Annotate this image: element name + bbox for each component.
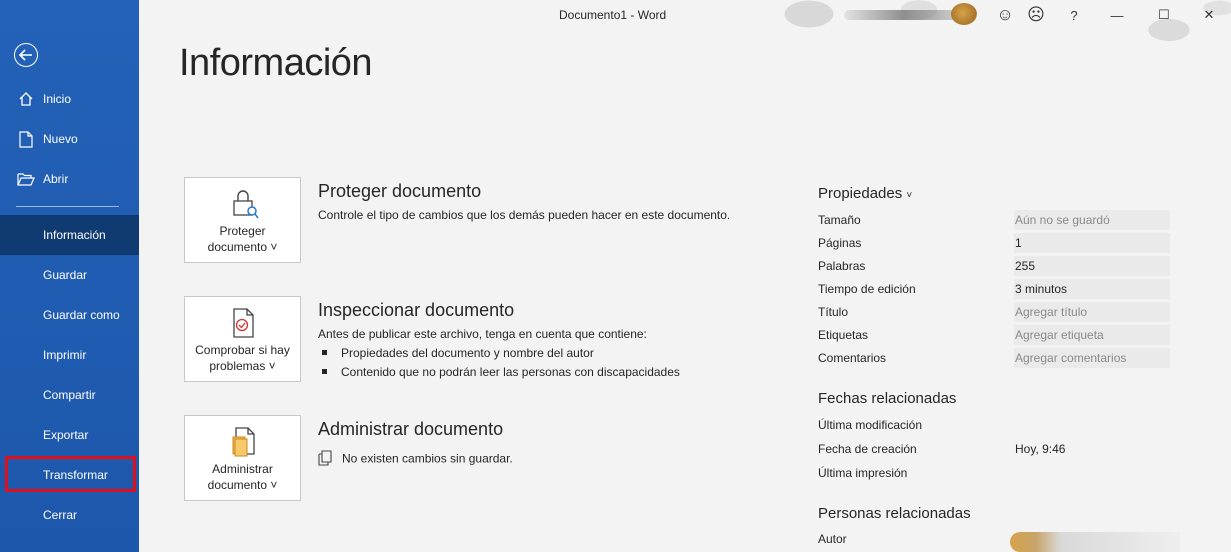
inspect-heading: Inspeccionar documento [318, 300, 515, 320]
nav-compartir-label: Compartir [43, 388, 96, 402]
related-people-heading: Personas relacionadas [818, 505, 971, 522]
property-key: Palabras [818, 259, 866, 273]
date-value: Hoy, 9:46 [1015, 442, 1066, 456]
nav-compartir[interactable]: Compartir [0, 375, 139, 415]
property-value: 255 [1014, 256, 1170, 276]
manage-document-icon [231, 426, 257, 458]
property-row-size: Tamaño Aún no se guardó [818, 210, 1170, 230]
manage-status: No existen cambios sin guardar. [318, 450, 513, 469]
related-dates-heading: Fechas relacionadas [818, 390, 957, 407]
folder-open-icon [17, 170, 35, 188]
property-value: Aún no se guardó [1014, 210, 1170, 230]
tags-input[interactable]: Agregar etiqueta [1014, 325, 1170, 345]
lock-icon [231, 188, 259, 220]
date-key: Última impresión [818, 466, 908, 480]
inspect-description: Antes de publicar este archivo, tenga en… [318, 327, 647, 341]
nav-cerrar[interactable]: Cerrar [0, 495, 139, 535]
property-key: Comentarios [818, 351, 887, 365]
minimize-button[interactable]: — [1106, 4, 1128, 26]
date-key: Fecha de creación [818, 442, 917, 456]
maximize-button[interactable]: ☐ [1153, 4, 1175, 26]
date-row-created: Fecha de creación Hoy, 9:46 [818, 439, 1170, 459]
nav-informacion[interactable]: Información [0, 215, 139, 255]
protect-document-label: Proteger documento ˅ [207, 224, 278, 254]
document-check-icon [231, 307, 257, 339]
comments-input[interactable]: Agregar comentarios [1014, 348, 1170, 368]
check-issues-label: Comprobar si hay problemas ˅ [195, 343, 290, 373]
nav-guardar-label: Guardar [43, 268, 88, 282]
date-value [1014, 463, 1170, 483]
nav-exportar[interactable]: Exportar [0, 415, 139, 455]
manage-document-label: Administrar documento ˅ [207, 462, 278, 492]
property-row-words: Palabras 255 [818, 256, 1170, 276]
nav-abrir[interactable]: Abrir [0, 159, 139, 199]
nav-inicio[interactable]: Inicio [0, 79, 139, 119]
home-icon [17, 90, 35, 108]
manage-heading: Administrar documento [318, 419, 504, 439]
property-key: Páginas [818, 236, 862, 250]
nav-informacion-label: Información [43, 228, 106, 242]
nav-cerrar-label: Cerrar [43, 508, 78, 522]
person-key: Autor [818, 532, 847, 546]
property-row-edit-time: Tiempo de edición 3 minutos [818, 279, 1170, 299]
date-row-modified: Última modificación [818, 415, 1170, 435]
protect-heading: Proteger documento [318, 181, 482, 201]
manage-document-button[interactable]: Administrar documento ˅ [184, 415, 301, 501]
property-row-comments: Comentarios Agregar comentarios [818, 348, 1170, 368]
property-row-pages: Páginas 1 [818, 233, 1170, 253]
property-row-title: Título Agregar título [818, 302, 1170, 322]
property-value: 3 minutos [1014, 279, 1170, 299]
nav-guardar[interactable]: Guardar [0, 255, 139, 295]
title-bar: Documento1 - Word ☺ ☹ ? — ☐ ✕ [139, 0, 1231, 60]
protect-description: Controle el tipo de cambios que los demá… [318, 208, 731, 222]
nav-imprimir-label: Imprimir [43, 348, 87, 362]
nav-guardar-como[interactable]: Guardar como [0, 295, 139, 335]
date-row-printed: Última impresión [818, 463, 1170, 483]
nav-nuevo-label: Nuevo [43, 132, 78, 146]
back-arrow-icon[interactable] [14, 43, 38, 67]
nav-abrir-label: Abrir [43, 172, 69, 186]
account-name-blurred[interactable] [844, 10, 964, 20]
transformar-highlight-box [5, 456, 136, 492]
inspect-bullet-item: Propiedades del documento y nombre del a… [322, 346, 594, 360]
nav-exportar-label: Exportar [43, 428, 89, 442]
close-button[interactable]: ✕ [1198, 4, 1220, 26]
property-key: Tiempo de edición [818, 282, 916, 296]
frown-feedback-icon[interactable]: ☹ [1025, 4, 1047, 26]
help-icon[interactable]: ? [1063, 4, 1085, 26]
sidebar-divider [16, 206, 119, 207]
page-title: Información [179, 42, 373, 84]
new-document-icon [17, 130, 35, 148]
smile-feedback-icon[interactable]: ☺ [994, 4, 1016, 26]
check-issues-button[interactable]: Comprobar si hay problemas ˅ [184, 296, 301, 382]
date-value [1014, 415, 1170, 435]
nav-nuevo[interactable]: Nuevo [0, 119, 139, 159]
property-row-tags: Etiquetas Agregar etiqueta [818, 325, 1170, 345]
author-avatar-blurred[interactable] [1010, 532, 1180, 552]
nav-guardar-como-label: Guardar como [43, 308, 120, 322]
inspect-bullet-item: Contenido que no podrán leer las persona… [322, 365, 680, 379]
document-pages-icon [318, 450, 332, 469]
property-key: Título [818, 305, 849, 319]
property-key: Tamaño [818, 213, 861, 227]
nav-inicio-label: Inicio [43, 92, 72, 106]
title-input[interactable]: Agregar título [1014, 302, 1170, 322]
properties-heading[interactable]: Propiedades ˅ [818, 185, 912, 202]
backstage-sidebar: Inicio Nuevo Abrir Información Guardar G… [0, 0, 139, 552]
property-value: 1 [1014, 233, 1170, 253]
property-key: Etiquetas [818, 328, 869, 342]
window-title: Documento1 - Word [559, 8, 667, 22]
nav-imprimir[interactable]: Imprimir [0, 335, 139, 375]
date-key: Última modificación [818, 418, 923, 432]
protect-document-button[interactable]: Proteger documento ˅ [184, 177, 301, 263]
account-avatar[interactable] [951, 3, 977, 25]
